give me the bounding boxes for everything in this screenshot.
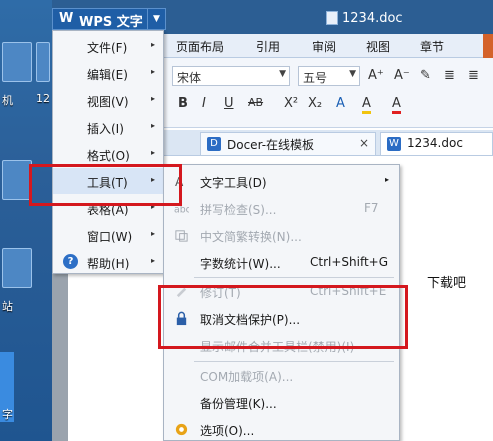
subscript-button[interactable]: X₂ [308, 96, 322, 111]
menu-item-label: 格式(O) [87, 149, 130, 163]
menu-item-insert[interactable]: 插入(I) ▸ [53, 114, 163, 140]
wps-logo-icon: W [59, 11, 74, 26]
chevron-right-icon: ▸ [150, 94, 155, 103]
close-icon[interactable]: × [359, 136, 369, 150]
menu-item-text-tools[interactable]: A 文字工具(D) ▸ [164, 168, 399, 195]
menu-item-label: 选项(O)... [200, 424, 255, 438]
chevron-right-icon: ▸ [150, 148, 155, 157]
menu-item-label: 文字工具(D) [200, 176, 267, 190]
desktop-file-icon[interactable] [2, 42, 32, 82]
font-name-combo[interactable]: 宋体 ▼ [172, 66, 290, 86]
desktop-background: 机 12 站 字 [0, 0, 52, 441]
chevron-right-icon: ▸ [150, 40, 155, 49]
highlight-box-unprotect [158, 285, 408, 349]
menu-item-shortcut: Ctrl+Shift+G [310, 255, 389, 269]
menu-item-label: 插入(I) [87, 122, 124, 136]
desktop-file-icon[interactable] [2, 248, 32, 288]
menu-item-label: 帮助(H) [87, 257, 130, 271]
desktop-label: 机 [2, 94, 13, 107]
font-name-value: 宋体 [177, 71, 202, 85]
menu-item-backup-manager[interactable]: 备份管理(K)... [164, 389, 399, 416]
chevron-right-icon: ▸ [150, 67, 155, 76]
document-title: 1234.doc [342, 11, 403, 26]
menu-item-window[interactable]: 窗口(W) ▸ [53, 222, 163, 248]
text-effect-button[interactable]: A [336, 96, 345, 111]
tab-label: 1234.doc [407, 136, 463, 150]
menu-item-chinese-conversion[interactable]: 中文简繁转换(N)... [164, 222, 399, 249]
menu-item-shortcut: F7 [364, 201, 379, 215]
menu-item-label: 字数统计(W)... [200, 257, 281, 271]
ribbon-tab-page-layout[interactable]: 页面布局 [176, 38, 224, 55]
desktop-label: 12 [36, 92, 50, 105]
menu-item-help[interactable]: ? 帮助(H) ▸ [53, 249, 163, 275]
chevron-down-icon: ▼ [349, 69, 356, 79]
desktop-label: 站 [2, 300, 13, 313]
gear-icon [175, 423, 188, 436]
menu-item-view[interactable]: 视图(V) ▸ [53, 87, 163, 113]
highlight-box-tools [29, 164, 182, 206]
menu-item-label: 备份管理(K)... [200, 397, 277, 411]
superscript-button[interactable]: X² [284, 96, 298, 111]
font-size-value: 五号 [303, 71, 328, 85]
menu-item-options[interactable]: 选项(O)... [164, 416, 399, 441]
menu-item-com-addins[interactable]: COM加载项(A)... [164, 362, 399, 389]
chevron-down-icon[interactable]: ▼ [147, 9, 165, 29]
menu-item-word-count[interactable]: 字数统计(W)... Ctrl+Shift+G [164, 249, 399, 276]
app-name: WPS 文字 [79, 15, 143, 30]
menu-item-label: 编辑(E) [87, 68, 128, 82]
chevron-right-icon: ▸ [150, 121, 155, 130]
list-button[interactable]: ≣ [468, 68, 479, 83]
desktop-file-icon[interactable] [2, 160, 32, 200]
menu-item-label: COM加载项(A)... [200, 370, 294, 384]
desktop-label: 字 [2, 408, 13, 421]
main-menu: 文件(F) ▸ 编辑(E) ▸ 视图(V) ▸ 插入(I) ▸ 格式(O) ▸ … [52, 30, 164, 274]
menu-item-edit[interactable]: 编辑(E) ▸ [53, 60, 163, 86]
menu-item-label: 中文简繁转换(N)... [200, 230, 302, 244]
word-doc-icon: W [387, 137, 401, 151]
italic-button[interactable]: I [202, 96, 206, 111]
document-text: 下载吧 [427, 276, 467, 291]
ribbon-tab-accent[interactable] [483, 34, 493, 58]
ribbon-tab-review[interactable]: 审阅 [312, 38, 336, 55]
font-color-button[interactable]: A [392, 96, 401, 114]
underline-button[interactable]: U [224, 96, 234, 111]
ribbon-tab-view[interactable]: 视图 [366, 38, 390, 55]
tab-docer-templates[interactable]: D Docer-在线模板 × [200, 132, 376, 155]
strikethrough-button[interactable]: AB [248, 96, 263, 109]
shrink-font-button[interactable]: A⁻ [394, 68, 410, 83]
chevron-down-icon: ▼ [279, 69, 286, 79]
highlight-button[interactable]: A [362, 96, 371, 114]
chevron-right-icon: ▸ [384, 175, 389, 184]
ribbon-tab-section[interactable]: 章节 [420, 38, 444, 55]
help-icon: ? [63, 254, 78, 269]
desktop-file-icon[interactable] [36, 42, 50, 82]
menu-item-label: 拼写检查(S)... [200, 203, 277, 217]
docer-icon: D [207, 137, 221, 151]
tab-1234-doc[interactable]: W 1234.doc [380, 132, 493, 155]
grow-font-button[interactable]: A⁺ [368, 68, 384, 83]
font-size-combo[interactable]: 五号 ▼ [298, 66, 360, 86]
doc-file-icon [326, 11, 338, 25]
list-button[interactable]: ≣ [444, 68, 455, 83]
menu-item-label: 窗口(W) [87, 230, 133, 244]
bold-button[interactable]: B [178, 96, 188, 111]
chevron-right-icon: ▸ [150, 256, 155, 265]
clear-format-button[interactable]: ✎ [420, 68, 431, 83]
ribbon-tab-references[interactable]: 引用 [256, 38, 280, 55]
menu-item-spell-check[interactable]: abc 拼写检查(S)... F7 [164, 195, 399, 222]
menu-item-label: 文件(F) [87, 41, 128, 55]
chevron-right-icon: ▸ [150, 229, 155, 238]
menu-item-file[interactable]: 文件(F) ▸ [53, 33, 163, 59]
convert-icon [175, 230, 188, 242]
menu-item-label: 视图(V) [87, 95, 129, 109]
wps-writer-menu-button[interactable]: W WPS 文字 ▼ [52, 8, 166, 30]
tab-label: Docer-在线模板 [227, 138, 315, 152]
